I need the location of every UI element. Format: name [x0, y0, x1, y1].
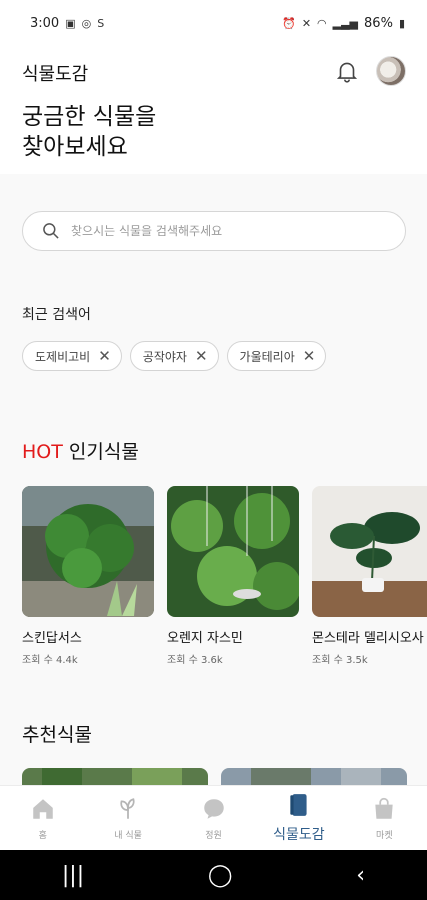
- plant-name: 스킨답서스: [22, 631, 82, 646]
- chip-label: 공작야자: [142, 349, 187, 364]
- nav-item-garden[interactable]: 정원: [171, 786, 256, 850]
- close-icon[interactable]: ✕: [98, 348, 111, 364]
- search-input[interactable]: [71, 224, 371, 238]
- nav-label: 식물도감: [273, 827, 325, 843]
- page-headline: 궁금한 식물을 찾아보세요: [22, 102, 322, 162]
- recent-searches-label: 최근 검색어: [22, 307, 91, 323]
- instagram-notification-icon: ◎: [81, 16, 92, 30]
- headline-line2: 찾아보세요: [22, 134, 128, 160]
- search-icon: [43, 223, 59, 239]
- plant-card[interactable]: 몬스테라 델리시오사 조회 수 3.5k: [312, 486, 427, 666]
- app-title: 식물도감: [22, 64, 89, 85]
- nav-item-market[interactable]: 마켓: [342, 786, 427, 850]
- signal-icon: ▂▃▅: [332, 16, 359, 30]
- mute-icon: ✕: [301, 16, 312, 30]
- hot-badge: HOT: [22, 441, 63, 463]
- status-bar: 3:00 ▣ ◎ S ⏰ ✕ ◠ ▂▃▅ 86% ▮: [0, 0, 427, 46]
- close-icon[interactable]: ✕: [303, 348, 316, 364]
- battery-icon: ▮: [398, 16, 405, 30]
- nav-item-my-plants[interactable]: 내 식물: [85, 786, 170, 850]
- chat-bubble-icon: [203, 798, 224, 819]
- notification-bell-icon[interactable]: [334, 58, 360, 84]
- recent-search-chip[interactable]: 공작야자 ✕: [129, 341, 219, 371]
- nav-label: 정원: [205, 830, 222, 841]
- plant-name: 몬스테라 델리시오사: [312, 631, 424, 646]
- nav-label: 홈: [38, 830, 47, 841]
- plant-name: 오렌지 자스민: [167, 631, 243, 646]
- nav-label: 내 식물: [114, 830, 142, 841]
- plant-photo: [312, 486, 427, 617]
- bottom-navigation: 홈 내 식물 정원 식물도감 마켓: [0, 785, 427, 850]
- profile-avatar[interactable]: [376, 56, 406, 86]
- alarm-icon: ⏰: [282, 16, 296, 30]
- back-icon[interactable]: ‹: [356, 863, 365, 888]
- shopping-bag-icon: [375, 797, 393, 819]
- leaf-icon: [120, 797, 135, 819]
- nav-item-home[interactable]: 홈: [0, 786, 85, 850]
- close-icon[interactable]: ✕: [195, 348, 208, 364]
- hot-plants-label: 인기식물: [68, 441, 139, 463]
- wifi-icon: ◠: [317, 16, 327, 30]
- plant-card[interactable]: 오렌지 자스민 조회 수 3.6k: [167, 486, 299, 666]
- chip-label: 가울테리아: [239, 349, 295, 364]
- plant-photo: [167, 486, 299, 617]
- nav-label: 마켓: [376, 830, 393, 841]
- plant-views: 조회 수 4.4k: [22, 655, 78, 666]
- gallery-notification-icon: ▣: [65, 16, 76, 30]
- chip-label: 도제비고비: [35, 349, 91, 364]
- recommended-plants-title: 추천식물: [22, 724, 92, 746]
- battery-percent: 86%: [364, 15, 393, 31]
- headline-line1: 궁금한 식물을: [22, 104, 157, 130]
- plant-photo: [22, 486, 154, 617]
- system-navigation-bar: ||| ◯ ‹: [0, 850, 427, 900]
- home-button-icon[interactable]: ◯: [208, 863, 233, 888]
- hot-plants-title: HOT 인기식물: [22, 437, 139, 464]
- plant-views: 조회 수 3.6k: [167, 655, 223, 666]
- plant-views: 조회 수 3.5k: [312, 655, 368, 666]
- search-bar[interactable]: [22, 211, 406, 251]
- book-icon: [290, 794, 307, 816]
- recent-search-chip[interactable]: 도제비고비 ✕: [22, 341, 122, 371]
- status-time: 3:00: [30, 15, 60, 31]
- hot-plants-carousel[interactable]: 스킨답서스 조회 수 4.4k 오렌지 자스민 조회 수 3.6k 몬스테라 델…: [22, 486, 427, 666]
- recent-apps-icon[interactable]: |||: [62, 863, 84, 888]
- app-notification-icon: S: [97, 16, 105, 30]
- header: 식물도감 궁금한 식물을 찾아보세요: [0, 46, 427, 174]
- nav-item-plant-guide[interactable]: 식물도감: [256, 786, 341, 850]
- plant-card[interactable]: 스킨답서스 조회 수 4.4k: [22, 486, 154, 666]
- recent-search-chips: 도제비고비 ✕ 공작야자 ✕ 가울테리아 ✕: [22, 341, 327, 371]
- recent-search-chip[interactable]: 가울테리아 ✕: [226, 341, 327, 371]
- home-icon: [32, 798, 53, 819]
